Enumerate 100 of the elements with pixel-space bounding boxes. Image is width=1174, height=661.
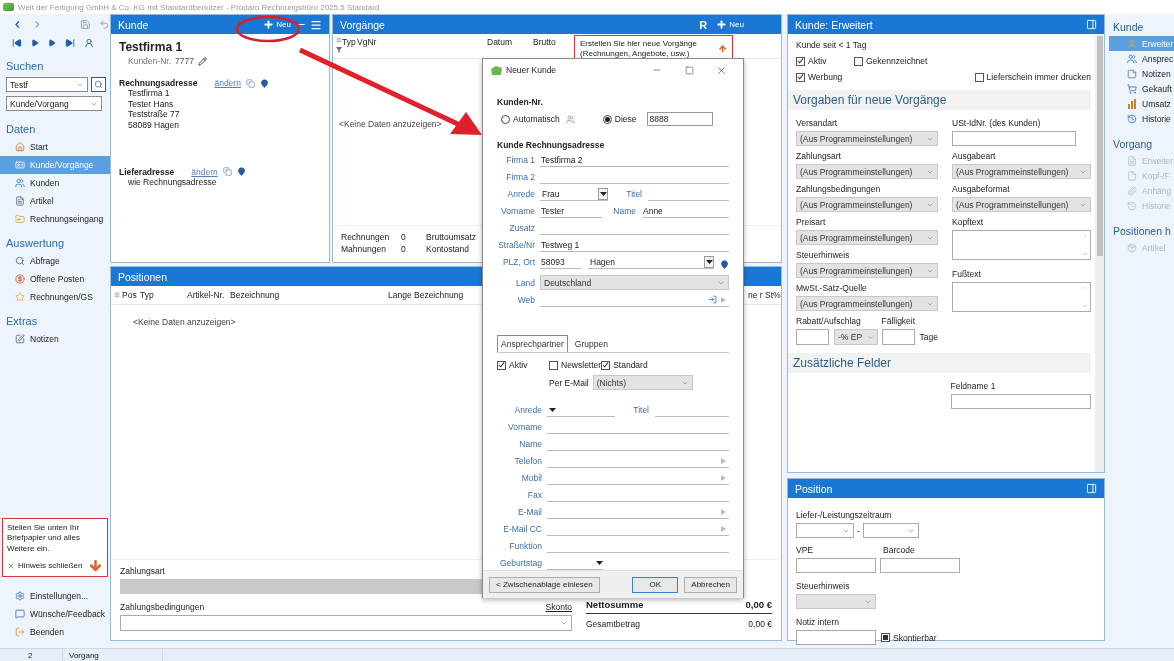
nav-item[interactable]: Historie	[1109, 111, 1174, 126]
checkbox[interactable]: Lieferschein immer drucken	[974, 72, 1091, 82]
radio-button[interactable]: Automatisch	[501, 114, 560, 124]
dropdown[interactable]: (Aus Programmeinstellungen)	[796, 197, 938, 212]
email-dropdown[interactable]: (Nichts)	[592, 375, 693, 390]
person-icon	[1127, 38, 1137, 49]
arrow-right-icon	[721, 296, 726, 303]
sidebar-item[interactable]: Rechnungen/GS	[0, 288, 110, 306]
column-header[interactable]: Artikel-Nr.	[187, 290, 230, 300]
web-field[interactable]	[540, 293, 729, 307]
sidebar-item[interactable]: Notizen	[0, 330, 110, 348]
new-button[interactable]: Neu	[261, 19, 293, 30]
field-label: Ausgabeformat	[952, 184, 1011, 194]
country-dropdown[interactable]: Deutschland	[540, 275, 729, 290]
clipboard-button[interactable]: < Zwischenablage einlesen	[489, 576, 600, 593]
text-field[interactable]: Testweg 1	[540, 238, 729, 252]
column-header[interactable]: VgNr	[357, 37, 487, 47]
checkbox[interactable]: Werbung	[796, 72, 854, 82]
hint-text: Erstellen Sie hier neue Vorgänge (Rechnungen, Angebote, usw.)	[580, 38, 698, 59]
empty-message: <Keine Daten anzuzeigen>	[133, 317, 236, 327]
column-header[interactable]: St%	[765, 290, 780, 300]
number-field[interactable]: 8888	[646, 112, 713, 126]
dropdown[interactable]: (Aus Programmeinstellungen)	[796, 164, 938, 179]
sidebar-item[interactable]: Artikel	[0, 192, 110, 210]
column-header[interactable]: ne r	[748, 290, 765, 300]
column-header[interactable]: Bezeichnung	[230, 290, 388, 300]
dropdown[interactable]: (Aus Programmeinstellungen)	[952, 197, 1091, 212]
sidebar-item[interactable]: Abfrage	[0, 252, 110, 270]
dropdown[interactable]: (Aus Programmeinstellungen)	[952, 164, 1091, 179]
nav-item[interactable]: Umsatz	[1109, 96, 1174, 111]
text-field[interactable]	[881, 329, 915, 345]
sidebar-item[interactable]: Beenden	[0, 623, 110, 641]
close-hint-button[interactable]: Hinweis schließen	[7, 561, 83, 570]
dropdown[interactable]: (Aus Programmeinstellungen)	[796, 131, 938, 146]
dropdown[interactable]: -% EP	[834, 329, 878, 345]
checkbox[interactable]: Gekennzeichnet	[854, 56, 1091, 66]
text-field[interactable]	[952, 131, 1076, 146]
column-header[interactable]: Typ	[342, 37, 357, 47]
checkbox[interactable]: Newsletter	[549, 360, 602, 370]
checkbox[interactable]: Skontierbar	[881, 632, 937, 643]
edit-link[interactable]: ändern	[191, 166, 218, 177]
text-area[interactable]	[952, 282, 1091, 312]
address-label: Rechnungsadresse	[119, 78, 198, 88]
text-field[interactable]	[796, 329, 829, 345]
r-button[interactable]: R	[696, 18, 711, 31]
checkbox[interactable]: Aktiv	[796, 56, 854, 66]
text-field[interactable]: Testfirma 2	[540, 153, 729, 167]
sidebar-item[interactable]: Start	[0, 138, 110, 156]
dropdown[interactable]: (Aus Programmeinstellungen)	[796, 263, 938, 278]
city-dropdown[interactable]: Hagen	[588, 255, 714, 269]
nav-item[interactable]: Notizen	[1109, 66, 1174, 81]
field-label: E-Mail	[516, 507, 542, 519]
nav-item[interactable]: Gekauft	[1109, 81, 1174, 96]
dialog-button[interactable]: Abbrechen	[684, 576, 737, 593]
sidebar-item[interactable]: Kunden	[0, 174, 110, 192]
dropdown[interactable]: (Aus Programmeinstellungen)	[796, 230, 938, 245]
search-button[interactable]	[91, 77, 106, 92]
field-label: Zahlungsart	[120, 566, 166, 576]
dialog-button[interactable]: OK	[632, 576, 679, 593]
text-field[interactable]	[796, 558, 876, 573]
scope-dropdown[interactable]: Kunde/Vorgang	[6, 96, 102, 111]
edit-link[interactable]: ändern	[214, 78, 241, 88]
sidebar-item[interactable]: Offene Posten	[0, 270, 110, 288]
dropdown[interactable]	[796, 523, 854, 538]
field-label: Notiz intern	[796, 617, 840, 627]
window-title: Welt der Fertigung GmbH & Co. KG mit Standardbenutzer - Prodaro Rechnungsbüro 2025.5 Standard	[18, 2, 380, 12]
text-area[interactable]	[952, 230, 1091, 260]
chevron-down-icon	[1082, 251, 1088, 257]
new-button[interactable]: Neu	[714, 19, 746, 30]
checkbox[interactable]: Aktiv	[497, 360, 549, 370]
column-header[interactable]: Pos	[120, 290, 140, 300]
dropdown[interactable]	[862, 523, 919, 538]
copy-icon	[222, 167, 232, 176]
text-field[interactable]: Tester	[540, 204, 602, 218]
salutation-dropdown[interactable]: Frau	[540, 187, 608, 201]
sidebar-item[interactable]: Einstellungen...	[0, 587, 110, 605]
sidebar-item[interactable]: Wünsche/Feedback	[0, 605, 110, 623]
search-field[interactable]: Testf	[6, 77, 88, 92]
section-heading: Kunde Rechnungsadresse	[497, 140, 606, 150]
sidebar-item[interactable]: Rechnungseingang	[0, 210, 110, 228]
dropdown[interactable]: (Aus Programmeinstellungen)	[796, 296, 938, 311]
text-field[interactable]: Anne	[642, 204, 729, 218]
dropdown[interactable]	[796, 594, 876, 609]
plus-icon	[263, 19, 275, 30]
discount-link[interactable]: Skonto	[545, 602, 572, 612]
scrollbar[interactable]	[1095, 34, 1104, 472]
radio-button[interactable]: Diese	[602, 114, 637, 124]
column-header[interactable]: Brutto	[533, 37, 573, 47]
field-label: Vorname	[506, 422, 542, 434]
zip-field[interactable]: 58093	[540, 255, 582, 269]
text-field[interactable]	[880, 558, 960, 573]
nav-item[interactable]: Ansprec	[1109, 51, 1174, 66]
terms-dropdown[interactable]	[120, 615, 572, 631]
checkbox[interactable]: Standard	[601, 360, 729, 370]
document-icon	[1127, 155, 1137, 166]
tab[interactable]: Ansprechpartner	[497, 335, 568, 352]
text-field[interactable]	[796, 630, 876, 645]
column-header[interactable]: Typ	[140, 290, 187, 300]
column-header[interactable]: Datum	[487, 37, 533, 47]
text-field[interactable]	[950, 394, 1091, 409]
